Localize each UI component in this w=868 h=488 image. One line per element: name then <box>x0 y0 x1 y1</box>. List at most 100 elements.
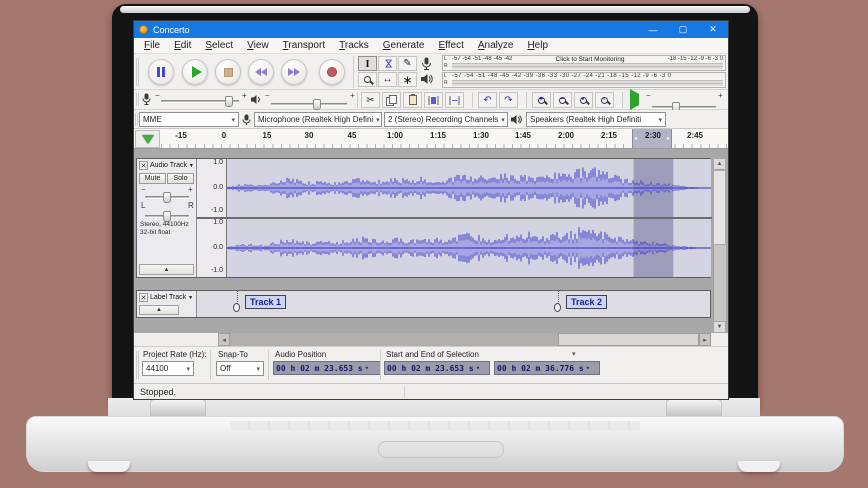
paste-button[interactable] <box>403 92 422 108</box>
record-volume-max: + <box>242 91 247 100</box>
label-track-name-dropdown[interactable]: Label Track ▼ <box>150 294 193 301</box>
toolbar-grip[interactable] <box>136 93 139 106</box>
zoom-in-button[interactable]: + <box>532 92 551 108</box>
label-track[interactable]: ✕ Label Track ▼ ▲ Track 1 Track 2 <box>136 290 711 318</box>
gain-thumb[interactable] <box>163 192 171 203</box>
toolbar-grip[interactable] <box>136 58 139 86</box>
scroll-left-button[interactable]: ◂ <box>218 333 230 346</box>
fit-project-button[interactable]: ▫ <box>595 92 614 108</box>
pause-button[interactable] <box>148 59 174 85</box>
play-volume-thumb[interactable] <box>313 99 321 110</box>
label-marker-handle[interactable] <box>554 303 561 312</box>
mixer-edit-toolbar: − + − + ✂ ↶ ↷ + − ▪ ▫ − + <box>134 89 728 113</box>
pinned-playhead-button[interactable] <box>135 130 160 148</box>
timeshift-tool-button[interactable]: ↔ <box>378 72 397 87</box>
maximize-button[interactable]: ▢ <box>668 21 698 38</box>
record-volume-slider[interactable] <box>161 96 239 107</box>
label-track-close-button[interactable]: ✕ <box>139 293 148 302</box>
recording-device-select[interactable]: Microphone (Realtek High Defini ▾ <box>254 112 382 127</box>
menu-select[interactable]: Select <box>198 39 240 52</box>
menu-generate[interactable]: Generate <box>376 39 432 52</box>
selection-start-field[interactable]: 00 h 02 m 23.653 s ▾ <box>384 361 490 375</box>
title-bar[interactable]: Concerto — ▢ ✕ <box>134 21 728 38</box>
scroll-up-button[interactable]: ▲ <box>713 158 726 170</box>
waveform-channel-left[interactable] <box>227 159 711 217</box>
zoom-tool-button[interactable] <box>358 72 377 87</box>
trim-audio-button[interactable] <box>424 92 443 108</box>
toolbar-separator <box>357 92 358 108</box>
stop-button[interactable] <box>215 59 241 85</box>
playback-device-select[interactable]: Speakers (Realtek High Definiti ▾ <box>526 112 666 127</box>
label-chip[interactable]: Track 2 <box>566 295 608 309</box>
ruler-tick: 1:00 <box>386 131 404 140</box>
toolbar-grip[interactable] <box>135 113 138 126</box>
playback-meter-channels: LR <box>444 73 448 86</box>
multi-tool-button[interactable]: ∗ <box>398 72 417 87</box>
play-at-speed-button[interactable] <box>630 89 639 110</box>
project-rate-select[interactable]: 44100 ▾ <box>142 361 194 376</box>
play-button[interactable] <box>182 59 208 85</box>
menu-edit[interactable]: Edit <box>167 39 198 52</box>
audio-track[interactable]: ✕ Audio Track ▼ Mute Solo − + L R Stereo… <box>136 158 712 278</box>
record-volume-thumb[interactable] <box>225 96 233 107</box>
solo-button[interactable]: Solo <box>167 173 194 184</box>
pan-slider[interactable] <box>145 211 189 222</box>
selection-right-handle[interactable]: ▸ <box>667 135 670 142</box>
selection-end-field[interactable]: 00 h 02 m 36.776 s ▾ <box>494 361 600 375</box>
label-chip[interactable]: Track 1 <box>245 295 287 309</box>
label-marker-handle[interactable] <box>233 303 240 312</box>
selection-range-dropdown-icon[interactable]: ▾ <box>572 350 576 358</box>
cut-button[interactable]: ✂ <box>361 92 380 108</box>
speed-max: + <box>718 91 723 100</box>
play-volume-slider[interactable] <box>271 99 347 110</box>
track-close-button[interactable]: ✕ <box>139 161 148 170</box>
menu-tracks[interactable]: Tracks <box>332 39 376 52</box>
monitoring-hint[interactable]: Click to Start Monitoring <box>556 56 625 63</box>
audio-position-field[interactable]: 00 h 02 m 23.653 s ▾ <box>273 361 381 375</box>
scroll-right-button[interactable]: ▸ <box>699 333 711 346</box>
record-button[interactable] <box>319 59 345 85</box>
minimize-button[interactable]: — <box>638 21 668 38</box>
skip-to-end-button[interactable] <box>281 59 307 85</box>
audio-host-select[interactable]: MME ▾ <box>139 112 239 127</box>
mute-button[interactable]: Mute <box>139 173 166 184</box>
play-speed-slider[interactable] <box>652 102 716 113</box>
recording-channels-select[interactable]: 2 (Stereo) Recording Channels ▾ <box>384 112 508 127</box>
gain-slider[interactable] <box>145 192 189 203</box>
envelope-tool-button[interactable]: ⋈ <box>378 56 397 71</box>
selection-left-handle[interactable]: ◂ <box>634 135 637 142</box>
horizontal-scroll-thumb[interactable] <box>558 333 699 346</box>
menu-help[interactable]: Help <box>520 39 555 52</box>
horizontal-scrollbar[interactable]: ◂ ▸ <box>218 333 711 346</box>
close-button[interactable]: ✕ <box>698 21 728 38</box>
menu-view[interactable]: View <box>240 39 276 52</box>
scroll-right-icon: ▸ <box>703 336 707 344</box>
copy-button[interactable] <box>382 92 401 108</box>
track-collapse-button[interactable]: ▲ <box>139 264 194 275</box>
playback-meter[interactable]: LR -57 -54 -51 -48 -45 -42 -39 -36 -33 -… <box>442 72 726 88</box>
track-name-dropdown[interactable]: Audio Track ▼ <box>150 162 194 169</box>
recording-meter[interactable]: LR -57 -54 -51 -48 -45 -42 Click to Star… <box>442 55 726 71</box>
vertical-scroll-thumb[interactable] <box>713 170 726 245</box>
ruler-selection-region[interactable]: ◂ 2:30 ▸ <box>632 129 672 148</box>
silence-audio-button[interactable] <box>445 92 464 108</box>
skip-to-start-button[interactable] <box>248 59 274 85</box>
selection-range-select[interactable]: Start and End of Selection <box>386 350 582 359</box>
draw-tool-button[interactable]: ✎ <box>398 56 417 71</box>
menu-transport[interactable]: Transport <box>276 39 332 52</box>
menu-file[interactable]: File <box>137 39 167 52</box>
menu-effect[interactable]: Effect <box>431 39 470 52</box>
waveform-channel-right[interactable] <box>227 219 711 277</box>
scroll-up-icon: ▲ <box>716 161 723 167</box>
redo-button[interactable]: ↷ <box>499 92 518 108</box>
zoom-out-button[interactable]: − <box>553 92 572 108</box>
scroll-down-button[interactable]: ▼ <box>713 321 726 333</box>
menu-analyze[interactable]: Analyze <box>471 39 521 52</box>
snap-to-select[interactable]: Off ▾ <box>216 361 264 376</box>
fit-selection-button[interactable]: ▪ <box>574 92 593 108</box>
laptop-touchpad <box>378 441 504 458</box>
selection-tool-button[interactable]: I <box>358 56 377 71</box>
toolbar-grip[interactable] <box>136 351 139 379</box>
undo-button[interactable]: ↶ <box>478 92 497 108</box>
label-track-collapse-button[interactable]: ▲ <box>139 305 179 315</box>
